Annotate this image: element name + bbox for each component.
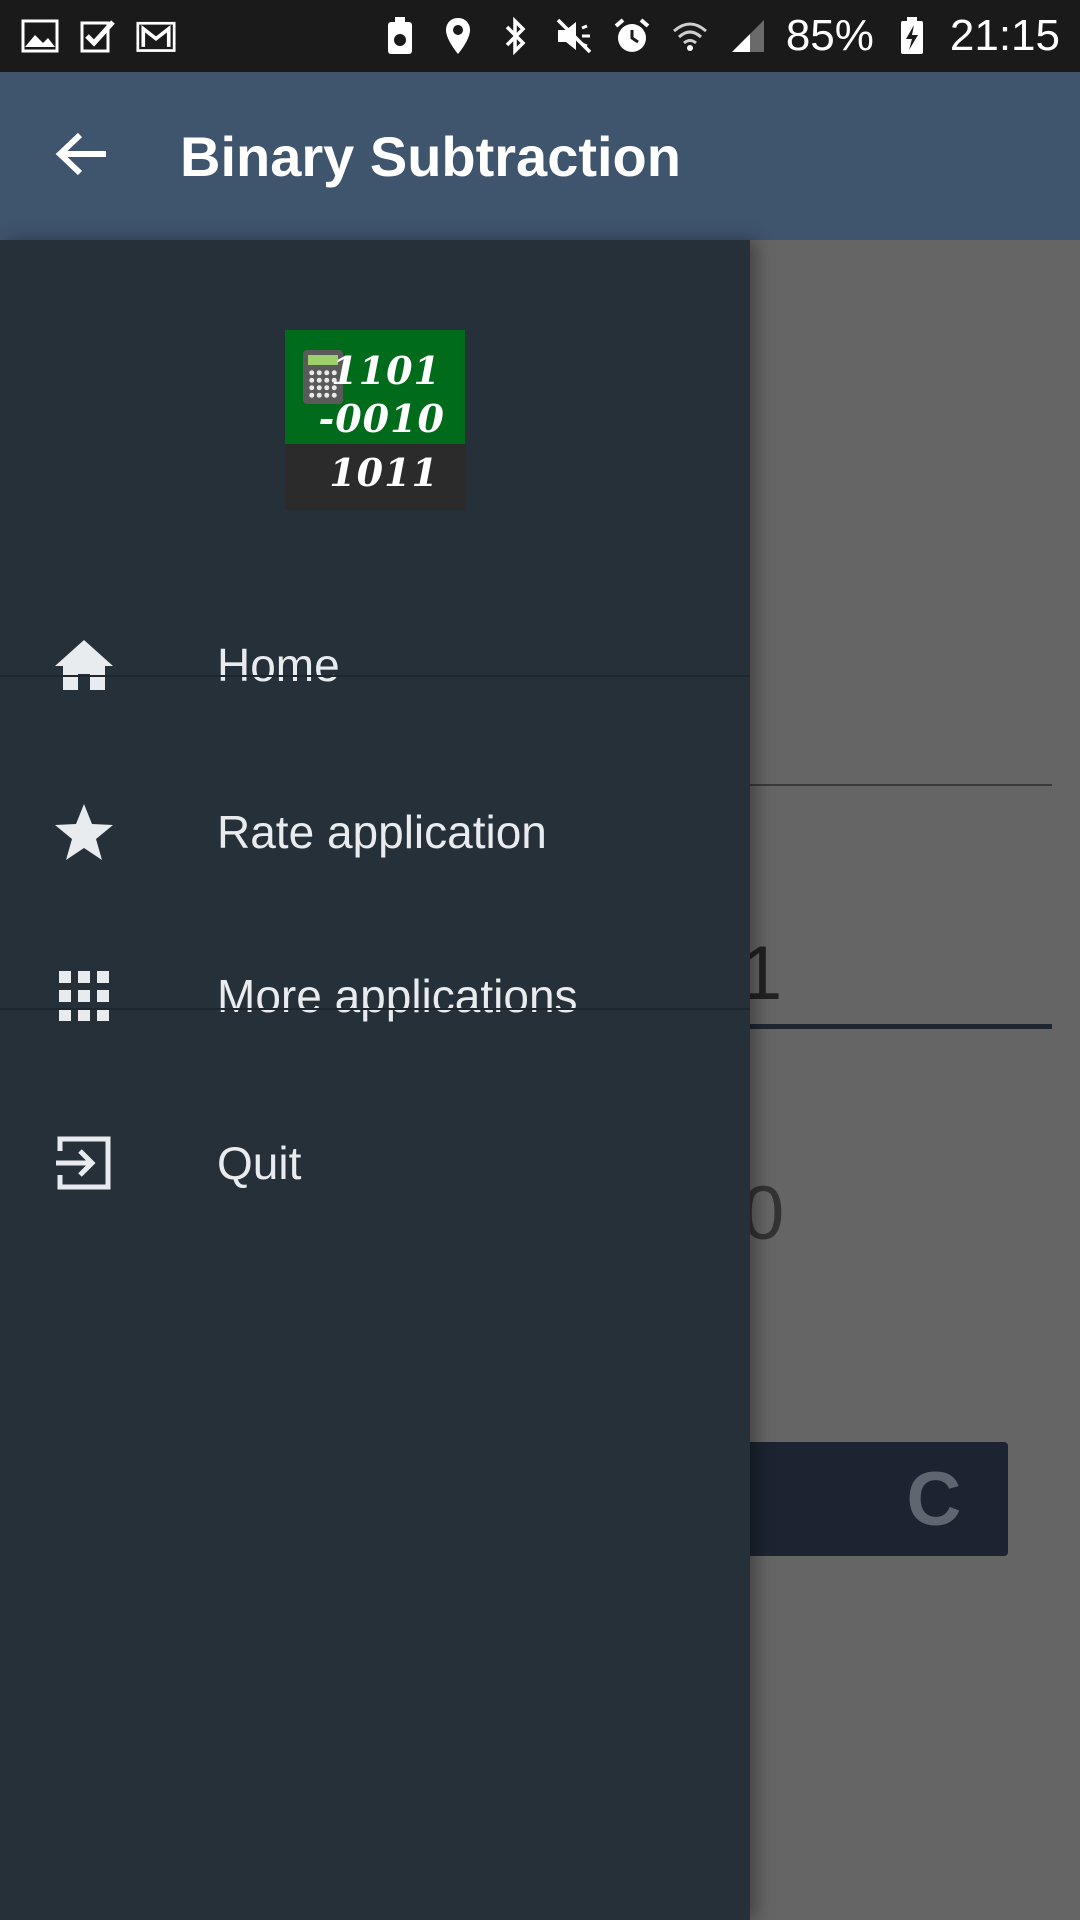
app-logo: 1101 -0010 1011 xyxy=(285,330,465,510)
drawer-item-home[interactable]: Home xyxy=(0,597,750,733)
status-bar: 85% 21:15 xyxy=(0,0,1080,72)
drawer-item-rate[interactable]: Rate application xyxy=(0,764,750,900)
drawer-item-quit[interactable]: Quit xyxy=(0,1095,750,1231)
home-icon xyxy=(52,633,116,697)
divider xyxy=(0,1008,750,1010)
page-title: Binary Subtraction xyxy=(180,124,681,188)
bluetooth-icon xyxy=(496,16,536,56)
battery-charging-icon xyxy=(892,16,932,56)
tasks-check-icon xyxy=(78,16,118,56)
battery-percent: 85% xyxy=(785,11,874,60)
back-button[interactable] xyxy=(34,108,130,204)
clock-time: 21:15 xyxy=(949,11,1060,60)
star-icon xyxy=(52,800,116,864)
drawer-item-more-apps[interactable]: More applications xyxy=(0,928,750,1064)
logo-result: 1011 xyxy=(329,450,439,495)
status-bar-right: 85% 21:15 xyxy=(380,11,1060,61)
logo-minuend: 1101 xyxy=(331,348,441,393)
divider xyxy=(0,675,750,677)
drawer-item-label: Rate application xyxy=(217,806,547,858)
navigation-drawer: 1101 -0010 1011 Home Rate application Mo… xyxy=(0,240,750,1920)
drawer-item-label: More applications xyxy=(217,970,578,1022)
mute-icon xyxy=(554,16,594,56)
gmail-icon xyxy=(136,16,176,56)
wifi-icon xyxy=(670,16,710,56)
gallery-icon xyxy=(20,16,60,56)
drawer-item-label: Home xyxy=(217,639,340,691)
location-icon xyxy=(438,16,478,56)
exit-icon xyxy=(52,1131,116,1195)
apps-grid-icon xyxy=(52,964,116,1028)
logo-subtrahend: -0010 xyxy=(318,396,445,441)
signal-icon xyxy=(728,16,768,56)
alarm-icon xyxy=(612,16,652,56)
status-bar-left xyxy=(20,16,176,56)
arrow-back-icon xyxy=(54,130,110,182)
drawer-item-label: Quit xyxy=(217,1137,302,1189)
app-bar: Binary Subtraction xyxy=(0,72,1080,240)
battery-saver-icon xyxy=(380,16,420,56)
